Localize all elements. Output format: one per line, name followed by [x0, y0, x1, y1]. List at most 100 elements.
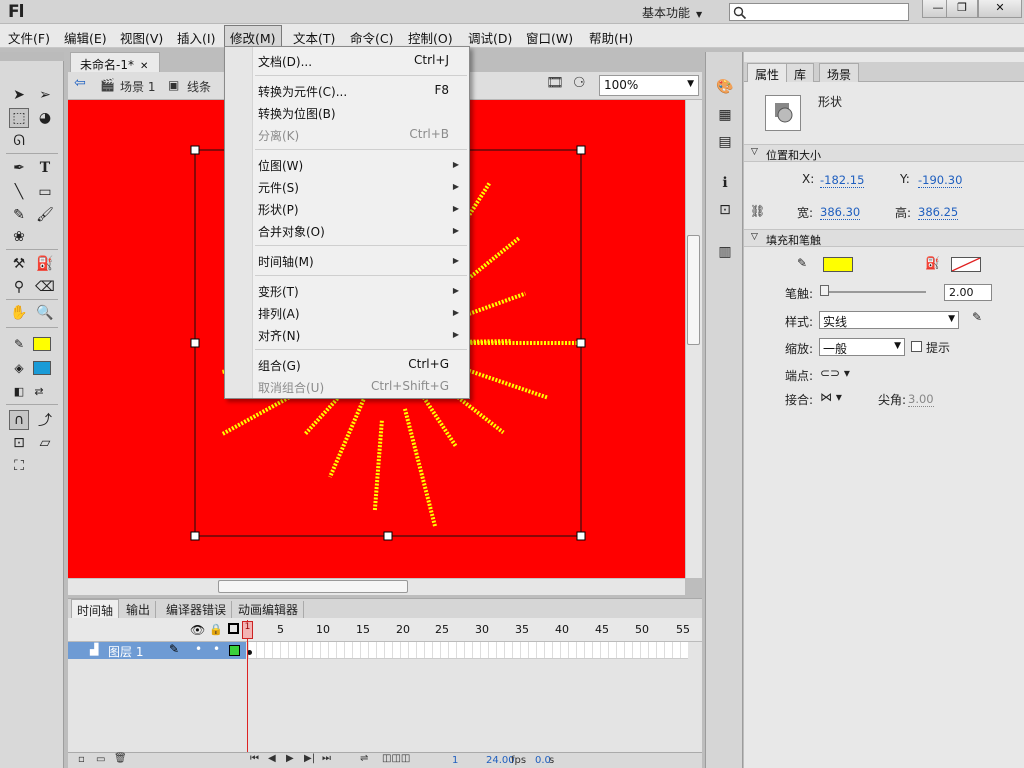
loop-icon[interactable]: ⇌	[360, 753, 368, 764]
3d-rotation-tool-icon[interactable]: ◕	[35, 108, 55, 128]
menu-item-1[interactable]: 转换为元件(C)... F8	[225, 83, 469, 103]
tab-properties[interactable]: 属性	[747, 63, 788, 82]
last-frame-icon[interactable]: ⏭	[322, 753, 331, 764]
stroke-style-select[interactable]: 实线 ▼	[819, 311, 959, 329]
join-select[interactable]: ⋈ ▾	[820, 390, 842, 404]
workspace-switcher[interactable]: 基本功能 ▼	[642, 4, 702, 21]
components-icon[interactable]: ▥	[715, 242, 735, 262]
frame-grid[interactable]	[248, 642, 688, 659]
tab-library[interactable]: 库	[786, 63, 815, 82]
menu-item-5[interactable]: 元件(S) ▶	[225, 179, 469, 199]
stroke-color-picker[interactable]	[823, 257, 853, 272]
subselection-tool-icon[interactable]: ➢	[35, 85, 55, 105]
menu-control[interactable]: 控制(O)	[408, 28, 453, 47]
edit-symbols-icon[interactable]: ⚆	[573, 75, 586, 91]
bone-tool-icon[interactable]: ⚒	[9, 254, 29, 274]
menu-debug[interactable]: 调试(D)	[468, 28, 512, 47]
close-button[interactable]: ✕	[978, 0, 1022, 18]
x-value[interactable]: -182.15	[820, 173, 865, 188]
swap-colors-icon[interactable]: ⇄	[29, 381, 49, 401]
transform-handle[interactable]	[576, 338, 586, 348]
menu-item-8[interactable]: 时间轴(M) ▶	[225, 253, 469, 273]
lock-dot-icon[interactable]: •	[213, 642, 220, 656]
menu-item-2[interactable]: 转换为位图(B)	[225, 105, 469, 125]
section-fill-stroke[interactable]: ▽ 填充和笔触	[744, 229, 1024, 247]
eyedropper-tool-icon[interactable]: ⚲	[9, 277, 29, 297]
fill-color-swatch[interactable]	[33, 361, 51, 375]
transform-handle[interactable]	[576, 145, 586, 155]
hint-checkbox[interactable]	[911, 341, 922, 352]
layer-name[interactable]: 图层 1	[108, 643, 143, 660]
tab-compiler-errors[interactable]: 编译器错误	[161, 601, 233, 618]
new-layer-icon[interactable]: ▫	[78, 754, 85, 765]
menu-file[interactable]: 文件(F)	[8, 28, 50, 47]
lock-icon[interactable]: 🔒	[209, 623, 223, 636]
vertical-scroll-thumb[interactable]	[687, 235, 700, 345]
envelope-icon[interactable]: ⛶	[9, 456, 29, 476]
first-frame-icon[interactable]: ⏮	[250, 753, 259, 764]
pen-tool-icon[interactable]: ✒	[9, 158, 29, 178]
horizontal-scroll-thumb[interactable]	[218, 580, 408, 593]
deco-tool-icon[interactable]: ❀	[9, 227, 29, 247]
rectangle-tool-icon[interactable]: ▭	[35, 182, 55, 202]
info-icon[interactable]: ℹ	[715, 173, 735, 193]
back-arrow-icon[interactable]: ⇦	[74, 75, 86, 91]
transform-handle[interactable]	[383, 531, 393, 541]
color-palette-icon[interactable]: 🎨	[715, 77, 735, 97]
zoom-select[interactable]: 100% ▼	[599, 75, 699, 96]
height-value[interactable]: 386.25	[918, 205, 959, 220]
edit-scene-icon[interactable]: 🎞	[546, 75, 564, 91]
close-tab-icon[interactable]: ✕	[140, 61, 148, 72]
smooth-icon[interactable]: ⤴	[35, 410, 55, 430]
edit-stroke-style-icon[interactable]: ✎	[972, 310, 982, 324]
transform-handle[interactable]	[576, 531, 586, 541]
line-tool-icon[interactable]: ╲	[9, 182, 29, 202]
layer-row[interactable]: ▟ 图层 1 ✎ • •	[68, 642, 246, 659]
miter-value[interactable]: 3.00	[908, 392, 934, 407]
align-icon[interactable]: ▤	[715, 132, 735, 152]
next-frame-icon[interactable]: ▶|	[304, 753, 315, 764]
menu-item-7[interactable]: 合并对象(O) ▶	[225, 223, 469, 243]
menu-item-10[interactable]: 排列(A) ▶	[225, 305, 469, 325]
transform-handle[interactable]	[190, 145, 200, 155]
new-folder-icon[interactable]: ▭	[96, 754, 105, 765]
stroke-size-input[interactable]: 2.00	[944, 284, 992, 301]
outline-color-icon[interactable]	[229, 645, 240, 656]
menu-commands[interactable]: 命令(C)	[350, 28, 393, 47]
black-white-icon[interactable]: ◧	[9, 381, 29, 401]
play-icon[interactable]: ▶	[286, 753, 294, 764]
menu-item-4[interactable]: 位图(W) ▶	[225, 157, 469, 177]
help-search-input[interactable]	[729, 3, 909, 21]
tab-scene[interactable]: 场景	[819, 63, 860, 82]
fill-color-picker[interactable]	[951, 257, 981, 272]
transform-icon[interactable]: ⊡	[715, 200, 735, 220]
menu-item-9[interactable]: 变形(T) ▶	[225, 283, 469, 303]
stroke-slider-track[interactable]	[822, 291, 926, 293]
transform-handle[interactable]	[190, 338, 200, 348]
visibility-dot-icon[interactable]: •	[195, 642, 202, 656]
tab-motion-editor[interactable]: 动画编辑器	[233, 601, 305, 618]
snap-magnet-icon[interactable]: ∩	[9, 410, 29, 430]
outline-icon[interactable]	[228, 623, 239, 634]
stroke-slider-thumb[interactable]	[820, 285, 829, 296]
delete-layer-icon[interactable]: 🗑	[114, 753, 127, 764]
menu-item-0[interactable]: 文档(D)... Ctrl+J	[225, 53, 469, 73]
free-transform-tool-icon[interactable]: ⬚	[9, 108, 29, 128]
cap-select[interactable]: ⊂⊃ ▾	[820, 366, 850, 380]
y-value[interactable]: -190.30	[918, 173, 963, 188]
menu-item-12[interactable]: 组合(G) Ctrl+G	[225, 357, 469, 377]
prev-frame-icon[interactable]: ◀	[268, 753, 276, 764]
text-tool-icon[interactable]: T	[35, 158, 55, 178]
menu-help[interactable]: 帮助(H)	[589, 28, 633, 47]
swatches-icon[interactable]: ▦	[715, 105, 735, 125]
menu-insert[interactable]: 插入(I)	[177, 28, 215, 47]
menu-text[interactable]: 文本(T)	[293, 28, 335, 47]
paint-bucket-tool-icon[interactable]: ⛽	[35, 254, 55, 274]
menu-view[interactable]: 视图(V)	[120, 28, 163, 47]
pencil-tool-icon[interactable]: ✎	[9, 205, 29, 225]
menu-edit[interactable]: 编辑(E)	[64, 28, 107, 47]
selection-tool-icon[interactable]: ➤	[9, 85, 29, 105]
menu-item-6[interactable]: 形状(P) ▶	[225, 201, 469, 221]
breadcrumb-symbol[interactable]: 线条	[187, 78, 211, 95]
breadcrumb-scene[interactable]: 场景 1	[120, 78, 155, 95]
